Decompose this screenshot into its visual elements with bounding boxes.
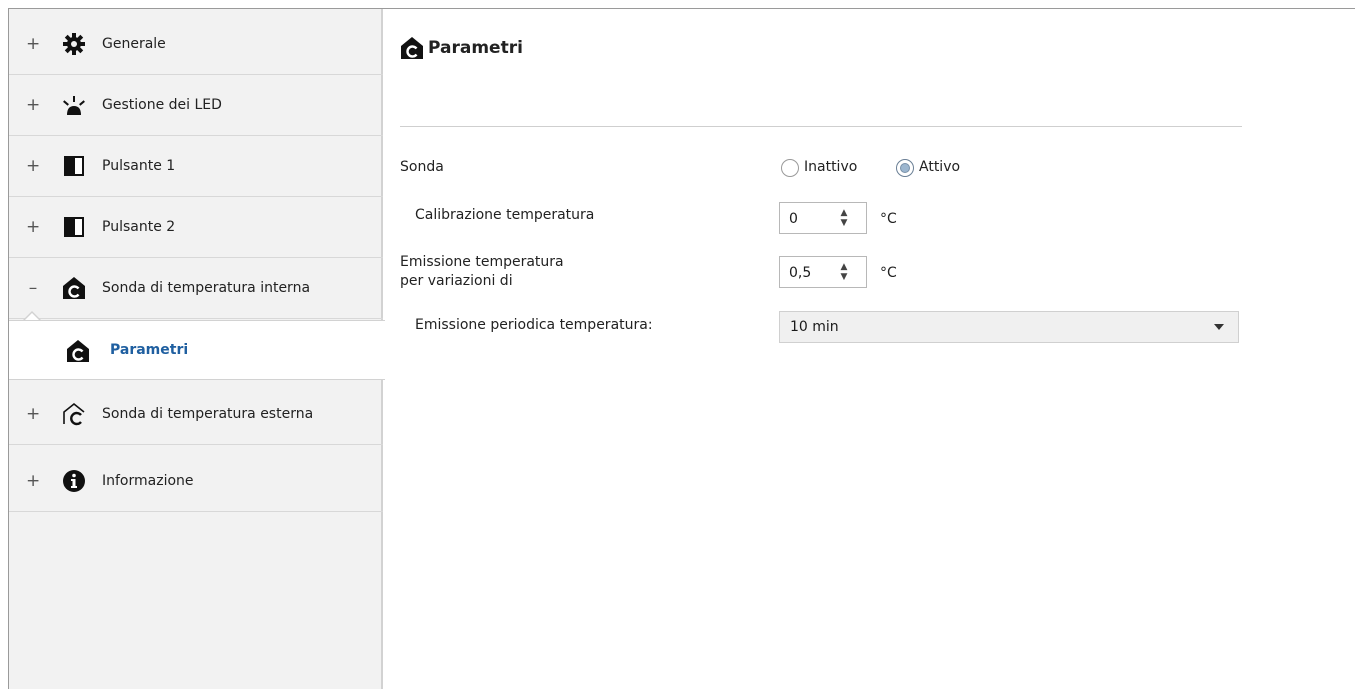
emissione-variazioni-stepper[interactable]: 0,5 ▲ ▼ <box>779 256 867 288</box>
sidebar-item-label: Sonda di temperatura interna <box>102 280 311 296</box>
header-divider <box>400 126 1242 127</box>
sidebar-item-label: Sonda di temperatura esterna <box>102 406 314 422</box>
expand-icon[interactable]: + <box>26 196 40 258</box>
chevron-down-icon[interactable] <box>1214 324 1224 330</box>
spinner-arrows-icon[interactable]: ▲ ▼ <box>838 262 850 284</box>
calibrazione-value[interactable]: 0 <box>789 203 798 235</box>
button-icon <box>64 217 84 237</box>
sidebar-item-sonda-interna[interactable]: – Sonda di temperatura interna <box>9 257 383 319</box>
gear-icon <box>63 33 85 55</box>
sidebar-item-pulsante-1[interactable]: + Pulsante 1 <box>9 135 383 197</box>
emissione-variazioni-label-line2: per variazioni di <box>400 273 513 289</box>
sidebar-item-sonda-esterna[interactable]: + Sonda di temperatura esterna <box>9 383 383 445</box>
expand-icon[interactable]: + <box>26 13 40 75</box>
sonda-inattivo-label[interactable]: Inattivo <box>804 159 857 175</box>
sidebar-item-label: Pulsante 2 <box>102 219 176 235</box>
emissione-periodica-value[interactable]: 10 min <box>790 312 839 342</box>
sonda-inattivo-radio[interactable] <box>781 159 799 177</box>
calibrazione-label: Calibrazione temperatura <box>415 207 595 223</box>
emissione-variazioni-unit: °C <box>880 265 897 281</box>
sonda-label: Sonda <box>400 159 444 175</box>
collapse-icon[interactable]: – <box>26 257 40 319</box>
calibrazione-stepper[interactable]: 0 ▲ ▼ <box>779 202 867 234</box>
sidebar-item-gestione-led[interactable]: + Gestione dei LED <box>9 74 383 136</box>
sidebar-item-label: Pulsante 1 <box>102 158 176 174</box>
sonda-attivo-label[interactable]: Attivo <box>919 159 960 175</box>
thermometer-house-icon <box>67 340 89 362</box>
info-icon <box>63 470 85 492</box>
emissione-variazioni-value[interactable]: 0,5 <box>789 257 811 289</box>
sidebar-item-pulsante-2[interactable]: + Pulsante 2 <box>9 196 383 258</box>
expand-icon[interactable]: + <box>26 450 40 512</box>
sidebar-item-label: Generale <box>102 36 166 52</box>
expand-icon[interactable]: + <box>26 74 40 136</box>
thermometer-house-icon <box>401 37 423 59</box>
thermometer-house-icon <box>63 277 85 299</box>
thermometer-house-outline-icon <box>63 402 85 426</box>
spinner-arrows-icon[interactable]: ▲ ▼ <box>838 208 850 230</box>
led-icon <box>63 96 85 115</box>
emissione-periodica-select[interactable]: 10 min <box>779 311 1239 343</box>
expand-icon[interactable]: + <box>26 135 40 197</box>
sidebar-item-label: Gestione dei LED <box>102 97 222 113</box>
sidebar-subitem-parametri[interactable]: Parametri <box>9 320 385 380</box>
sidebar-subitem-label: Parametri <box>110 342 189 358</box>
page-title: Parametri <box>428 38 523 58</box>
sidebar-item-informazione[interactable]: + Informazione <box>9 450 383 512</box>
sonda-attivo-radio[interactable] <box>896 159 914 177</box>
sidebar-item-label: Informazione <box>102 473 194 489</box>
sidebar-item-generale[interactable]: + Generale <box>9 13 383 75</box>
emissione-periodica-label: Emissione periodica temperatura: <box>415 317 653 333</box>
expand-icon[interactable]: + <box>26 383 40 445</box>
button-icon <box>64 156 84 176</box>
calibrazione-unit: °C <box>880 211 897 227</box>
emissione-variazioni-label-line1: Emissione temperatura <box>400 254 564 270</box>
